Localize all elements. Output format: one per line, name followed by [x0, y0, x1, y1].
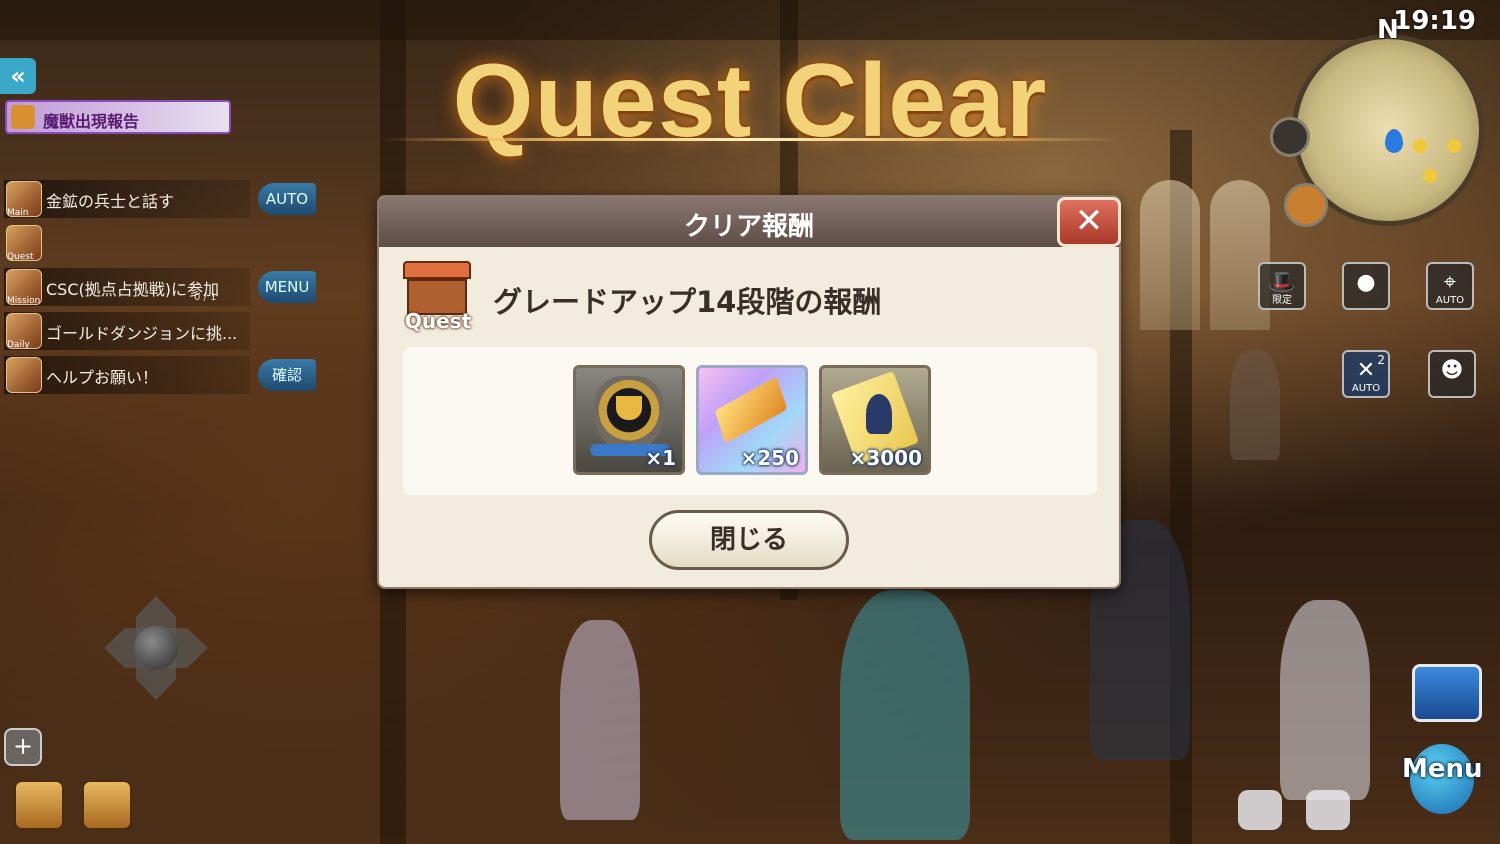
gold-bar-icon — [714, 376, 788, 444]
dialog-title: クリア報酬 — [683, 212, 814, 242]
auto-quest-button[interactable]: AUTO — [258, 183, 316, 215]
reward-item-ticket[interactable]: ×3000 — [819, 365, 931, 475]
quest-text: 金鉱の兵士と話す — [46, 192, 175, 211]
shop-basket-icon[interactable] — [14, 780, 64, 830]
menu-quest-button[interactable]: MENU — [258, 271, 316, 303]
group-icon: ☻ — [1440, 358, 1464, 383]
reward-items-box: ×1 ×250 ×3000 — [403, 347, 1097, 495]
mission-icon: Mission — [6, 269, 42, 306]
beast-report-label: 魔獣出現報告 — [43, 112, 140, 131]
confirm-quest-button[interactable]: 確認 — [258, 359, 316, 391]
virtual-joystick[interactable] — [104, 596, 208, 700]
map-marker-icon — [1447, 139, 1461, 153]
quest-icon-label: Quest — [404, 309, 472, 333]
character-face-icon[interactable] — [1284, 183, 1328, 227]
quest-progress: 0 / 1 — [194, 292, 217, 303]
auto-target-icon: ⌖ — [1443, 270, 1457, 295]
reward-title: グレードアップ14段階の報酬 — [493, 285, 882, 319]
title-underline — [380, 138, 1120, 141]
beast-report-banner[interactable]: 魔獣出現報告 — [5, 100, 231, 134]
close-button[interactable]: 閉じる — [649, 510, 849, 570]
clear-reward-dialog: クリア報酬 ✕ Quest グレードアップ14段階の報酬 ×1 ×250 ×30… — [377, 195, 1121, 589]
menu-label: Menu — [1402, 754, 1483, 784]
collapse-panel-button[interactable]: « — [0, 58, 36, 94]
map-marker-icon — [1423, 169, 1437, 183]
menu-button[interactable]: Menu — [1396, 740, 1486, 844]
limited-button[interactable]: 🎩 限定 — [1258, 262, 1306, 310]
reward-item-trophy[interactable]: ×1 — [573, 365, 685, 475]
compass-north: N — [1377, 15, 1399, 45]
close-x-button[interactable]: ✕ — [1057, 197, 1121, 247]
map-marker-icon — [1413, 139, 1427, 153]
quest-text: ヘルプお願い！ — [46, 368, 159, 387]
dialog-header: クリア報酬 ✕ — [379, 197, 1121, 247]
handshake-icon — [6, 357, 42, 393]
item-quantity: ×3000 — [849, 446, 922, 470]
chat-bubble-icon[interactable] — [1306, 790, 1350, 830]
auto-mode-button[interactable]: ⌖ AUTO — [1426, 262, 1474, 310]
clock: 19:19 — [1393, 6, 1476, 36]
emote-icon[interactable] — [1238, 790, 1282, 830]
quest-row-daily[interactable]: Daily ゴールドダンジョンに挑... — [4, 312, 250, 350]
skill-auto-button[interactable]: ✕ 2 AUTO — [1342, 350, 1390, 398]
pet-icon: ● — [1356, 270, 1376, 295]
quest-row-quest[interactable]: Quest — [4, 224, 250, 262]
joystick-knob[interactable] — [134, 626, 178, 670]
quest-text: ゴールドダンジョンに挑... — [46, 324, 238, 343]
quest-row-main[interactable]: Main 金鉱の兵士と話す — [4, 180, 250, 218]
player-marker-icon — [1385, 129, 1403, 153]
quest-board-icon: Quest — [6, 225, 42, 262]
reward-item-gold-bar[interactable]: ×250 — [696, 365, 808, 475]
pet-button[interactable]: ● — [1342, 262, 1390, 310]
item-quantity: ×250 — [740, 446, 799, 470]
fox-icon — [11, 105, 35, 129]
gift-box-icon[interactable] — [82, 780, 132, 830]
quest-row-mission[interactable]: Mission CSC(拠点占拠戦)に参加 0 / 1 — [4, 268, 250, 306]
treasure-chest-icon[interactable] — [1412, 664, 1482, 722]
camera-rotate-icon[interactable] — [1270, 117, 1310, 157]
plus-icon[interactable]: + — [4, 728, 42, 766]
quest-row-help[interactable]: ヘルプお願い！ — [4, 356, 250, 394]
main-quest-icon: Main — [6, 181, 42, 218]
quest-board-icon: Quest — [399, 259, 477, 337]
party-button[interactable]: ☻ — [1428, 350, 1476, 398]
daily-icon: Daily — [6, 313, 42, 350]
item-quantity: ×1 — [645, 446, 676, 470]
